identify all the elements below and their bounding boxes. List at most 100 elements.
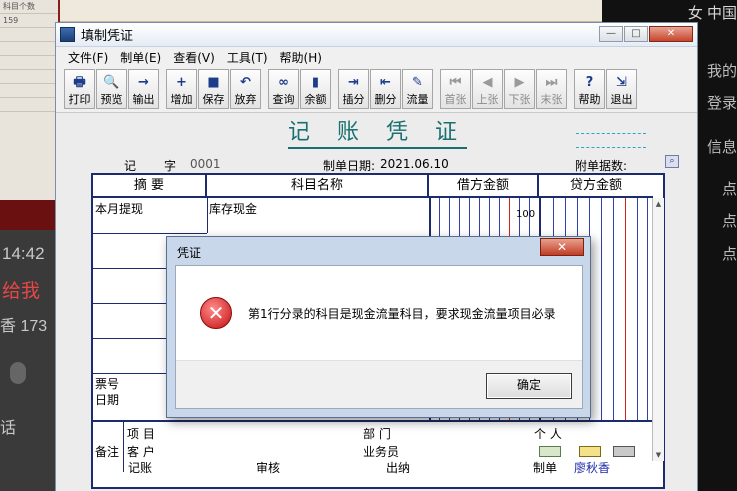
background-text-fragment: 登录 — [706, 95, 737, 112]
dashed-line — [576, 147, 646, 148]
menu-file[interactable]: 文件(F) — [62, 49, 114, 66]
department-label: 部 门 — [363, 427, 391, 441]
toolbar-label: 上张 — [476, 93, 499, 106]
dialog-body: ✕ 第1行分录的科目是现金流量科目，要求现金流量项目必录 确定 — [175, 265, 583, 409]
salesman-label: 业务员 — [363, 445, 400, 459]
cashflow-button[interactable]: ✎ 流量 — [402, 69, 433, 109]
background-row — [0, 56, 58, 70]
toolbar-label: 查询 — [272, 93, 295, 106]
scroll-down-icon[interactable]: ▼ — [653, 449, 664, 461]
background-profile-text: 女 中国 — [687, 5, 737, 22]
menu-voucher[interactable]: 制单(E) — [114, 49, 167, 66]
card-icon[interactable] — [539, 446, 561, 457]
person-label: 个 人 — [534, 427, 562, 441]
dialog-close-button[interactable]: ✕ — [540, 238, 584, 256]
toolbar-label: 末张 — [540, 93, 563, 106]
attachments-label: 附单据数: — [575, 159, 628, 173]
voucher-word[interactable]: 记 — [124, 157, 136, 174]
insert-entry-button[interactable]: ⇥ 插分 — [338, 69, 369, 109]
save-button[interactable]: ■ 保存 — [198, 69, 229, 109]
query-button[interactable]: ∞ 查询 — [268, 69, 299, 109]
microphone-icon — [10, 362, 26, 384]
entry-summary[interactable]: 本月提现 — [95, 200, 143, 217]
tools-icon[interactable] — [613, 446, 635, 457]
discard-button[interactable]: ↶ 放弃 — [230, 69, 261, 109]
customer-label: 客 户 — [127, 445, 155, 459]
dialog-button-area: 确定 — [176, 360, 582, 408]
background-red-text: 给我 — [2, 281, 41, 302]
toolbar-label: 保存 — [202, 93, 225, 106]
help-icon: ? — [585, 75, 594, 90]
toolbar-label: 增加 — [170, 93, 193, 106]
maximize-button[interactable]: □ — [624, 26, 648, 42]
toolbar-label: 帮助 — [578, 93, 601, 106]
window-title: 填制凭证 — [81, 29, 134, 44]
prev-button[interactable]: ◀ 上张 — [472, 69, 503, 109]
background-text-fragment: 香 173 — [0, 318, 48, 335]
background-row — [0, 28, 58, 42]
entry-debit[interactable]: 100 — [516, 209, 535, 220]
toolbar-label: 输出 — [132, 93, 155, 106]
column-summary: 摘 要 — [93, 175, 207, 198]
background-row — [0, 84, 58, 98]
toolbar-label: 删分 — [374, 93, 397, 106]
toolbar: 🖶 打印 🔍 预览 → 输出 + 增加 ■ 保存 ↶ 放弃 ∞ 查询 ▮ 余额 ⇥ 插分 ⇤ 删分 … — [56, 67, 697, 113]
grid-line — [613, 198, 614, 420]
voucher-word-suffix: 字 — [164, 159, 177, 173]
background-text-fragment: 点 — [721, 181, 737, 198]
window-controls: — □ ✕ — [598, 26, 693, 42]
background-row: 159 — [0, 14, 58, 28]
voucher-date[interactable]: 2021.06.10 — [380, 157, 449, 171]
balance-chart-icon: ▮ — [311, 75, 320, 90]
delete-entry-button[interactable]: ⇤ 删分 — [370, 69, 401, 109]
help-button[interactable]: ? 帮助 — [574, 69, 605, 109]
close-button[interactable]: ✕ — [649, 26, 693, 42]
auditor-label: 审核 — [256, 461, 281, 475]
first-button[interactable]: ⏮ 首张 — [440, 69, 471, 109]
folder-icon[interactable] — [579, 446, 601, 457]
export-button[interactable]: → 输出 — [128, 69, 159, 109]
entry-account[interactable]: 库存现金 — [209, 200, 257, 217]
print-button[interactable]: 🖶 打印 — [64, 69, 95, 109]
app-icon — [60, 27, 75, 42]
background-text-fragment: 话 — [0, 418, 17, 437]
background-text-fragment: 点 — [721, 246, 737, 263]
project-label: 项 目 — [127, 427, 155, 441]
title-bar[interactable]: 填制凭证 — □ ✕ — [56, 23, 697, 47]
export-icon: → — [138, 75, 149, 90]
printer-icon: 🖶 — [73, 75, 86, 90]
vertical-scrollbar[interactable]: ▲ ▼ — [652, 198, 664, 461]
toolbar-label: 插分 — [342, 93, 365, 106]
delete-row-icon: ⇤ — [380, 75, 391, 90]
scroll-up-icon[interactable]: ▲ — [653, 198, 664, 210]
cashflow-icon: ✎ — [412, 75, 423, 90]
balance-button[interactable]: ▮ 余额 — [300, 69, 331, 109]
minimize-button[interactable]: — — [599, 26, 623, 42]
last-button[interactable]: ⏭ 末张 — [536, 69, 567, 109]
ticket-label: 票号 — [95, 377, 120, 391]
next-button[interactable]: ▶ 下张 — [504, 69, 535, 109]
menu-view[interactable]: 查看(V) — [167, 49, 221, 66]
ok-button[interactable]: 确定 — [486, 373, 572, 399]
column-debit: 借方金额 — [429, 175, 539, 198]
first-icon: ⏮ — [449, 75, 462, 90]
grid-line — [647, 198, 648, 420]
menu-tools[interactable]: 工具(T) — [221, 49, 274, 66]
toolbar-label: 余额 — [304, 93, 327, 106]
add-button[interactable]: + 增加 — [166, 69, 197, 109]
menu-bar: 文件(F) 制单(E) 查看(V) 工具(T) 帮助(H) — [56, 47, 697, 67]
column-account: 科目名称 — [207, 175, 429, 198]
background-text-fragment: 我的 — [706, 63, 737, 80]
search-icon[interactable]: ⌕ — [665, 155, 679, 168]
grid-line — [123, 422, 124, 472]
toolbar-label: 下张 — [508, 93, 531, 106]
grid-line — [625, 198, 626, 420]
exit-button[interactable]: ⇲ 退出 — [606, 69, 637, 109]
dashed-line — [576, 133, 646, 134]
background-text-fragment: 点 — [721, 213, 737, 230]
background-window: 科目个数 159 — [0, 0, 60, 200]
toolbar-label: 放弃 — [234, 93, 257, 106]
date-row-label: 日期 — [95, 393, 120, 407]
preview-button[interactable]: 🔍 预览 — [96, 69, 127, 109]
menu-help[interactable]: 帮助(H) — [274, 49, 328, 66]
